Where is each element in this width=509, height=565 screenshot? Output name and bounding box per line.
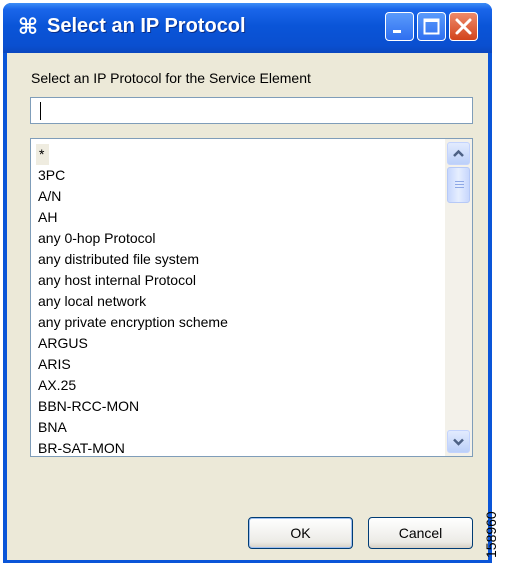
protocol-app-icon: ⌘ (17, 14, 39, 39)
maximize-button[interactable] (417, 12, 446, 41)
chevron-up-icon (453, 149, 464, 157)
protocol-list-item[interactable]: BNA (38, 417, 67, 438)
protocol-list-item[interactable]: AH (38, 207, 57, 228)
protocol-list-item[interactable]: ARIS (38, 354, 71, 375)
close-icon (455, 18, 472, 35)
protocol-list-item[interactable]: any host internal Protocol (38, 270, 196, 291)
protocol-list-item[interactable]: any local network (38, 291, 146, 312)
thumb-grip-line (455, 187, 464, 188)
vertical-scrollbar[interactable] (445, 139, 472, 456)
dialog-prompt: Select an IP Protocol for the Service El… (31, 70, 311, 86)
thumb-grip-line (455, 184, 464, 185)
scroll-thumb[interactable] (447, 167, 470, 203)
chevron-down-icon (453, 438, 464, 446)
protocol-list-item[interactable]: BBN-RCC-MON (38, 396, 139, 417)
scroll-up-button[interactable] (447, 142, 470, 165)
protocol-list-item[interactable]: any private encryption scheme (38, 312, 228, 333)
text-caret (40, 102, 41, 120)
scroll-down-button[interactable] (447, 430, 470, 453)
cancel-button[interactable]: Cancel (368, 517, 473, 549)
protocol-list-items: * 3PC A/N AH any 0-hop Protocol any distribut… (31, 139, 444, 456)
minimize-button[interactable] (385, 12, 414, 41)
ok-button[interactable]: OK (248, 517, 353, 549)
figure-id-label: 158960 (483, 511, 499, 558)
protocol-filter-input[interactable] (30, 97, 473, 124)
protocol-list-item[interactable]: BR-SAT-MON (38, 438, 125, 456)
maximize-icon (423, 18, 440, 35)
window-title: Select an IP Protocol (47, 15, 246, 37)
protocol-list-item[interactable]: * (36, 144, 50, 165)
close-button[interactable] (449, 12, 478, 41)
thumb-grip-line (455, 181, 464, 182)
title-bar[interactable]: ⌘ Select an IP Protocol (3, 3, 492, 53)
protocol-list-item[interactable]: A/N (38, 186, 61, 207)
dialog-window: ⌘ Select an IP Protocol Select an IP Pro… (3, 3, 492, 563)
minimize-icon (393, 30, 401, 33)
protocol-list-item[interactable]: any 0-hop Protocol (38, 228, 156, 249)
dialog-body: Select an IP Protocol for the Service El… (7, 53, 488, 560)
protocol-list-item[interactable]: ARGUS (38, 333, 88, 354)
protocol-list-item[interactable]: 3PC (38, 165, 65, 186)
protocol-list-item[interactable]: any distributed file system (38, 249, 199, 270)
protocol-list[interactable]: * 3PC A/N AH any 0-hop Protocol any distribut… (30, 138, 473, 457)
protocol-list-item[interactable]: AX.25 (38, 375, 76, 396)
